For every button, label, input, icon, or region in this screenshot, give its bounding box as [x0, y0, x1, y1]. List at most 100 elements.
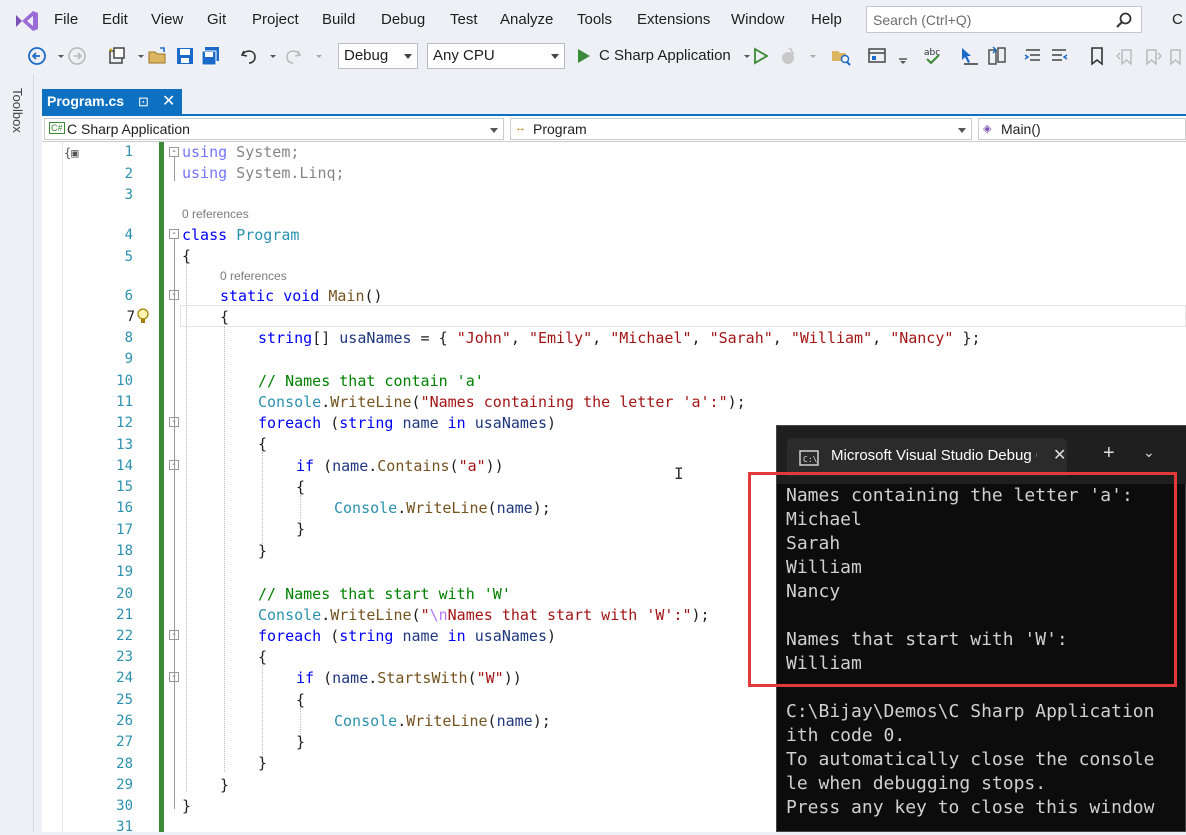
- escape-sequence: \n: [429, 606, 448, 624]
- indent-guide: [186, 262, 187, 792]
- clear-bookmarks-icon[interactable]: [1166, 45, 1186, 67]
- line-number: 25: [116, 692, 133, 708]
- open-file-icon[interactable]: [146, 45, 168, 67]
- method-name: Contains: [377, 457, 450, 475]
- type-dropdown[interactable]: ↔ Program: [510, 118, 972, 140]
- menu-git[interactable]: Git: [207, 11, 226, 28]
- change-tracking-bar: [159, 142, 164, 832]
- back-dropdown-icon[interactable]: [50, 45, 64, 67]
- line-number: 23: [116, 649, 133, 665]
- menu-help[interactable]: Help: [811, 11, 842, 28]
- visual-studio-logo-icon[interactable]: [14, 9, 40, 33]
- run-target-dropdown-icon[interactable]: [736, 45, 750, 67]
- code-line-12: foreach (string name in usaNames): [258, 414, 557, 432]
- live-share-label[interactable]: C: [1172, 11, 1183, 28]
- type-name: Console: [258, 393, 322, 411]
- menu-bar: File Edit View Git Project Build Debug T…: [0, 0, 1186, 40]
- solution-configuration-select[interactable]: Debug: [338, 43, 418, 69]
- menu-test[interactable]: Test: [450, 11, 478, 28]
- codelens-references[interactable]: 0 references: [182, 207, 249, 221]
- method-name: Main: [328, 287, 365, 305]
- menu-view[interactable]: View: [151, 11, 183, 28]
- menu-edit[interactable]: Edit: [102, 11, 128, 28]
- member-dropdown[interactable]: ◈ Main(): [978, 118, 1186, 140]
- bookmark-icon[interactable]: [1086, 45, 1108, 67]
- pin-icon[interactable]: ⊡: [138, 94, 149, 110]
- string-literal: "Michael": [610, 329, 692, 347]
- menu-file[interactable]: File: [54, 11, 78, 28]
- find-in-files-icon[interactable]: [830, 45, 852, 67]
- set-startup-icon[interactable]: [958, 45, 980, 67]
- compare-files-icon[interactable]: [986, 45, 1008, 67]
- project-name: C Sharp Application: [67, 121, 190, 137]
- svg-text:C:\: C:\: [803, 455, 818, 464]
- console-tab[interactable]: C:\ Microsoft Visual Studio Debug Consol…: [787, 438, 1067, 476]
- menu-debug[interactable]: Debug: [381, 11, 425, 28]
- line-number: 2: [124, 166, 133, 182]
- toolbar-overflow-icon[interactable]: [892, 45, 907, 67]
- comment-lines-icon[interactable]: [1022, 45, 1044, 67]
- spell-check-icon[interactable]: abc: [922, 45, 944, 67]
- console-title: Microsoft Visual Studio Debug Console: [831, 447, 1037, 464]
- menu-build[interactable]: Build: [322, 11, 355, 28]
- save-icon[interactable]: [174, 45, 196, 67]
- toolbox-tab[interactable]: Toolbox: [10, 88, 25, 133]
- variable: name: [402, 414, 439, 432]
- code-line-29: }: [220, 776, 230, 794]
- hot-reload-dropdown-icon[interactable]: [802, 45, 816, 67]
- navigate-back-icon[interactable]: [26, 45, 48, 67]
- new-dropdown-icon[interactable]: [130, 45, 144, 67]
- lightbulb-icon[interactable]: [136, 308, 150, 326]
- code-text: );: [691, 606, 710, 624]
- line-number: 18: [116, 543, 133, 559]
- menu-analyze[interactable]: Analyze: [500, 11, 553, 28]
- collapse-icon[interactable]: -: [169, 229, 179, 239]
- previous-bookmark-icon[interactable]: [1114, 45, 1136, 67]
- code-text: (): [364, 287, 383, 305]
- outline-line: [174, 157, 175, 181]
- menu-tools[interactable]: Tools: [577, 11, 612, 28]
- close-icon[interactable]: ✕: [162, 91, 175, 111]
- undo-icon[interactable]: [238, 45, 260, 67]
- codelens-references[interactable]: 0 references: [220, 269, 287, 283]
- start-target-label[interactable]: C Sharp Application: [599, 47, 731, 64]
- uncomment-lines-icon[interactable]: [1048, 45, 1070, 67]
- keyword: static: [220, 287, 275, 305]
- start-debugging-icon[interactable]: [573, 45, 595, 67]
- tab-program-cs[interactable]: Program.cs: [42, 89, 182, 114]
- variable: usaNames: [474, 627, 547, 645]
- collapse-icon[interactable]: -: [169, 147, 179, 157]
- code-line-2: using System.Linq;: [182, 164, 345, 182]
- project-dropdown[interactable]: C# C Sharp Application: [44, 118, 504, 140]
- console-output-line: le when debugging stops.: [786, 773, 1047, 794]
- save-all-icon[interactable]: [200, 45, 222, 67]
- line-number: 17: [116, 522, 133, 538]
- hot-reload-icon[interactable]: [778, 45, 800, 67]
- navigate-forward-icon[interactable]: [66, 45, 88, 67]
- redo-icon[interactable]: [282, 45, 304, 67]
- next-bookmark-icon[interactable]: [1142, 45, 1164, 67]
- redo-dropdown-icon[interactable]: [308, 45, 322, 67]
- undo-dropdown-icon[interactable]: [262, 45, 276, 67]
- code-line-4: class Program: [182, 226, 299, 244]
- line-number: 21: [116, 607, 133, 623]
- string-literal: "Names containing the letter 'a':": [420, 393, 728, 411]
- new-tab-icon[interactable]: +: [1103, 442, 1115, 465]
- new-project-icon[interactable]: [106, 45, 128, 67]
- solution-platform-select[interactable]: Any CPU: [427, 43, 565, 69]
- console-output-line: Press any key to close this window: [786, 797, 1155, 818]
- indicator-margin[interactable]: [42, 142, 62, 832]
- close-icon[interactable]: ✕: [1053, 445, 1066, 465]
- browser-link-icon[interactable]: [866, 45, 888, 67]
- search-input[interactable]: Search (Ctrl+Q): [866, 6, 1142, 33]
- toolbox-strip: [0, 74, 34, 832]
- menu-extensions[interactable]: Extensions: [637, 11, 710, 28]
- menu-project[interactable]: Project: [252, 11, 299, 28]
- indent-guide: [224, 326, 225, 772]
- method-name: StartsWith: [377, 669, 468, 687]
- keyword: string: [339, 627, 394, 645]
- indent-guide: [262, 665, 263, 759]
- start-without-debugging-icon[interactable]: [750, 45, 772, 67]
- menu-window[interactable]: Window: [731, 11, 784, 28]
- chevron-down-icon[interactable]: ⌄: [1143, 444, 1155, 461]
